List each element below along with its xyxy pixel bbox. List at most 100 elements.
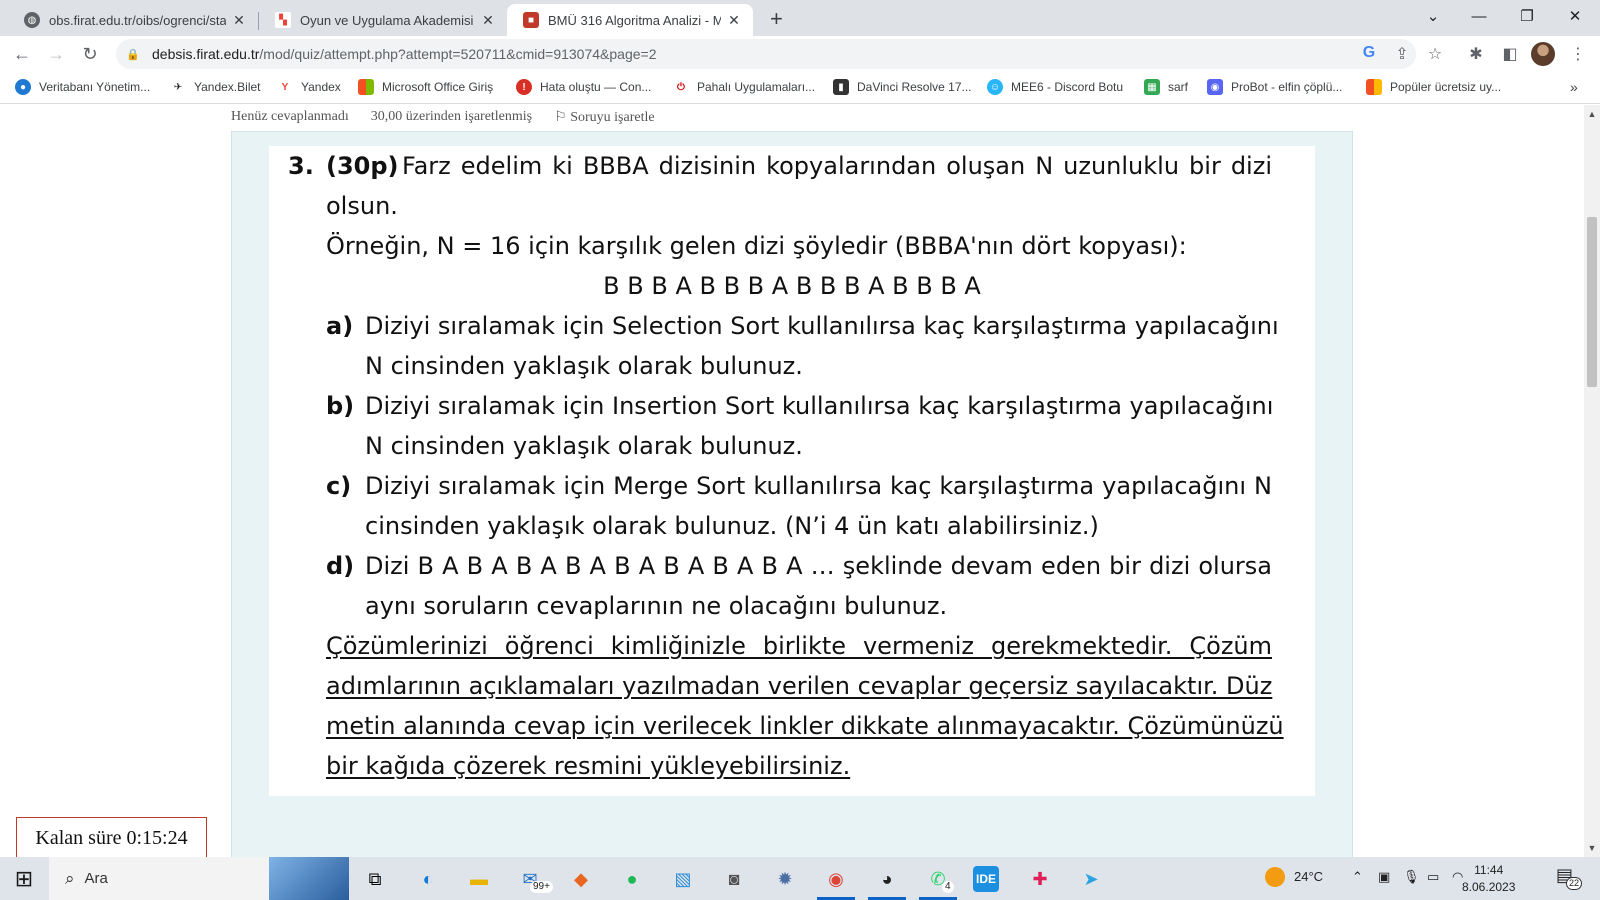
camera-icon[interactable]: ◙ (718, 863, 750, 895)
battery-icon[interactable]: ▭ (1427, 869, 1439, 885)
slack-icon[interactable]: ✚ (1024, 863, 1056, 895)
side-panel-icon[interactable]: ◧ (1500, 44, 1520, 64)
microphone-icon[interactable]: 🎙︎ (1403, 869, 1420, 885)
settings-gear-icon[interactable]: ✹ (769, 863, 801, 895)
bookmark-populer[interactable]: Popüler ücretsiz uy... (1366, 79, 1501, 95)
bookmark-mee6[interactable]: ☺ MEE6 - Discord Botu (987, 79, 1123, 95)
part-d-label: d) (326, 552, 355, 580)
flag-question-link[interactable]: ⚐ Soruyu işaretle (554, 109, 654, 126)
tab-title: Oyun ve Uygulama Akademisi (300, 12, 474, 28)
bookmark-hata[interactable]: ! Hata oluştu — Con... (516, 79, 651, 95)
windows-start-icon[interactable]: ⊞ (8, 863, 40, 895)
bookmark-label: Hata oluştu — Con... (540, 80, 652, 94)
file-explorer-icon[interactable]: ▬ (463, 863, 495, 895)
tab-algoritma-analizi[interactable]: ■ BMÜ 316 Algoritma Analizi - MA ✕ (507, 4, 753, 36)
menu-kebab-icon[interactable]: ⋮ (1568, 44, 1588, 64)
close-icon[interactable]: ✕ (725, 12, 743, 29)
google-translate-icon[interactable]: G (1359, 44, 1379, 62)
task-view-icon[interactable]: ⧉ (359, 863, 391, 895)
address-bar[interactable]: 🔒 debsis.firat.edu.tr/mod/quiz/attempt.p… (116, 39, 1416, 69)
probot-icon: ◉ (1207, 79, 1223, 95)
academy-icon: ▚ (275, 12, 291, 28)
chrome-icon[interactable]: ◉ (820, 863, 852, 895)
bookmark-office[interactable]: Microsoft Office Giriş (358, 79, 493, 95)
url-path: /mod/quiz/attempt.php?attempt=520711&cmi… (259, 46, 657, 62)
bookmark-davinci[interactable]: ▮ DaVinci Resolve 17... (833, 79, 972, 95)
flag-icon: ⚐ (554, 110, 571, 125)
bookmark-label: ProBot - elfin çöplü... (1231, 80, 1343, 94)
search-highlight-image (269, 857, 349, 900)
minimize-icon[interactable]: — (1456, 4, 1502, 30)
taskbar-search[interactable]: ⌕ Ara (49, 857, 349, 900)
profile-avatar[interactable] (1531, 42, 1555, 66)
bookmark-yandex-bilet[interactable]: ✈ Yandex.Bilet (170, 79, 261, 95)
restore-icon[interactable]: ❐ (1504, 4, 1550, 30)
part-b-line-2: N cinsinden yaklaşık olarak bulunuz. (365, 432, 803, 460)
scroll-up-icon[interactable]: ▲ (1584, 109, 1600, 119)
page-scrollbar[interactable]: ▲ ▼ (1584, 105, 1600, 857)
meet-now-icon[interactable]: ▣ (1378, 869, 1390, 885)
weather-temperature[interactable]: 24°C (1294, 869, 1323, 884)
fox-app-icon[interactable]: ◆ (565, 863, 597, 895)
ide-app-icon[interactable]: IDE (973, 866, 999, 892)
back-icon[interactable]: ← (10, 42, 34, 66)
obs-recorder-icon[interactable]: ◕ (871, 863, 903, 895)
whatsapp-icon[interactable]: ✆ 4 (922, 863, 954, 895)
window-close-icon[interactable]: ✕ (1552, 4, 1598, 30)
close-icon[interactable]: ✕ (479, 12, 497, 29)
tab-search-icon[interactable]: ⌄ (1410, 4, 1456, 30)
scroll-down-icon[interactable]: ▼ (1584, 843, 1600, 853)
spotify-icon[interactable]: ● (616, 863, 648, 895)
bookmark-label: Microsoft Office Giriş (382, 80, 494, 94)
part-c-line-1: Diziyi sıralamak için Merge Sort kullanı… (365, 472, 1272, 500)
windows-taskbar: ⊞ ⌕ Ara ⧉ ◐ ▬ ✉ 99+ ◆ ● ▧ ◙ ✹ ◉ ◕ ✆ 4 IDE … (0, 857, 1600, 900)
part-c-line-2: cinsinden yaklaşık olarak bulunuz. (N’i … (365, 512, 1099, 540)
globe-icon: ◍ (24, 12, 40, 28)
new-tab-icon[interactable]: + (770, 6, 783, 32)
bookmark-probot[interactable]: ◉ ProBot - elfin çöplü... (1207, 79, 1342, 95)
weather-sun-icon[interactable] (1265, 867, 1285, 887)
mail-badge: 99+ (530, 881, 553, 893)
extensions-icon[interactable]: ✱ (1466, 44, 1486, 64)
note-line-2: adımlarının açıklamaları yazılmadan veri… (326, 672, 1273, 700)
part-a-line-1: Diziyi sıralamak için Selection Sort kul… (365, 312, 1279, 340)
bookmark-yandex[interactable]: Y Yandex (277, 79, 341, 95)
note-line-4: bir kağıda çözerek resmini yükleyebilirs… (326, 752, 851, 780)
mee6-icon: ☺ (987, 79, 1003, 95)
part-b-label: b) (326, 392, 355, 420)
browser-toolbar: ← → ↻ 🔒 debsis.firat.edu.tr/mod/quiz/att… (0, 36, 1600, 72)
scrollbar-thumb[interactable] (1587, 217, 1597, 387)
database-icon: ● (15, 79, 31, 95)
edge-icon[interactable]: ◐ (412, 863, 444, 895)
telegram-icon[interactable]: ➤ (1075, 863, 1107, 895)
taskbar-clock[interactable]: 11:44 8.06.2023 (1462, 862, 1515, 896)
notes-app-icon[interactable]: ▧ (667, 863, 699, 895)
reload-icon[interactable]: ↻ (78, 42, 102, 66)
question-image: 3. (30p) Farz edelim ki BBBA dizisinin k… (269, 146, 1315, 796)
tab-obs[interactable]: ◍ obs.firat.edu.tr/oibs/ogrenci/start ✕ (8, 4, 258, 36)
quiz-timer: Kalan süre 0:15:24 (16, 817, 207, 859)
mail-icon[interactable]: ✉ 99+ (514, 863, 553, 895)
tray-overflow-icon[interactable]: ⌃ (1352, 869, 1363, 885)
bookmark-label: DaVinci Resolve 17... (857, 80, 972, 94)
bookmark-veritabani[interactable]: ● Veritabanı Yönetim... (15, 79, 150, 95)
clock-date: 8.06.2023 (1462, 880, 1516, 894)
bookmark-sarf[interactable]: ▦ sarf (1144, 79, 1188, 95)
note-line-1: Çözümlerinizi öğrenci kimliğinizle birli… (326, 632, 1272, 660)
share-icon[interactable]: ⇪ (1392, 44, 1412, 64)
plane-icon: ✈ (170, 79, 186, 95)
close-icon[interactable]: ✕ (230, 12, 248, 29)
bookmark-star-icon[interactable]: ☆ (1425, 44, 1445, 64)
forward-icon[interactable]: → (44, 42, 68, 66)
bookmarks-overflow-icon[interactable]: » (1570, 79, 1578, 95)
tab-academy[interactable]: ▚ Oyun ve Uygulama Akademisi ✕ (259, 4, 507, 36)
clock-time: 11:44 (1474, 863, 1504, 877)
part-b-line-1: Diziyi sıralamak için Insertion Sort kul… (365, 392, 1274, 420)
notification-center-icon[interactable]: ▤ 22 (1556, 865, 1583, 890)
whatsapp-badge: 4 (942, 881, 954, 893)
microsoft-store-icon (1366, 79, 1382, 95)
question-panel: 3. (30p) Farz edelim ki BBBA dizisinin k… (231, 131, 1353, 857)
bookmark-pahali[interactable]: ⏻ Pahalı Uygulamaları... (673, 79, 815, 95)
tab-title: BMÜ 316 Algoritma Analizi - MA (548, 12, 721, 28)
page-content: Henüz cevaplanmadı 30,00 üzerinden işare… (0, 105, 1584, 857)
